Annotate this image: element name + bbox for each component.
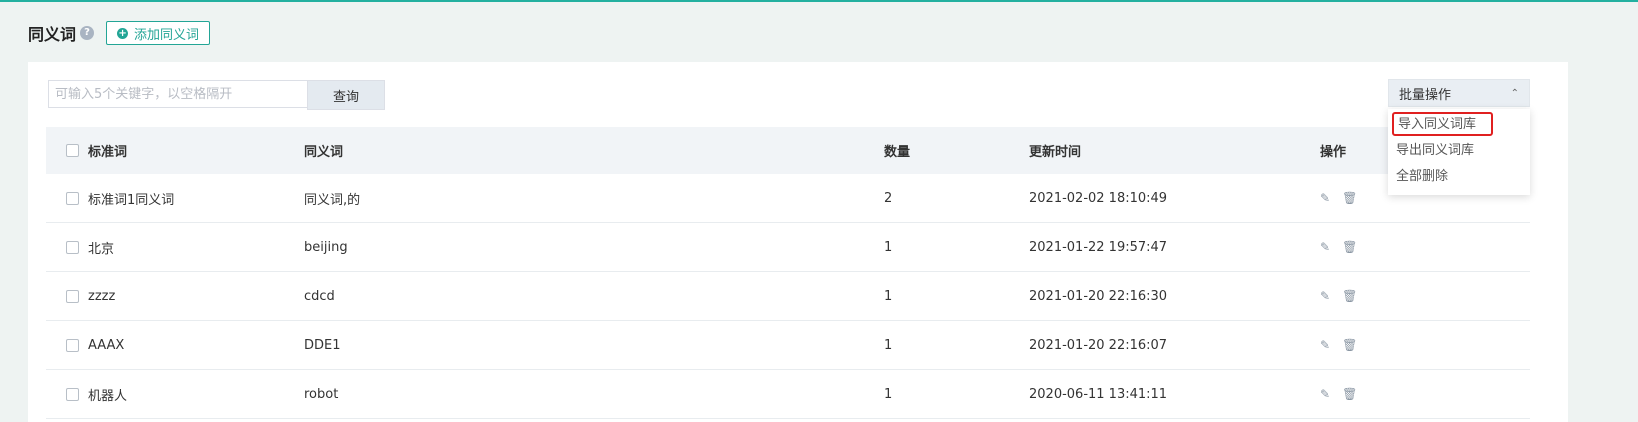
search-button[interactable]: 查询: [307, 80, 385, 110]
trash-icon[interactable]: 🗑: [1342, 191, 1357, 205]
help-icon[interactable]: ?: [80, 26, 95, 40]
updated-time: 2021-02-02 18:10:49: [1029, 190, 1168, 206]
table-row: 标准词1同义词 同义词,的 2 2021-02-02 18:10:49 ✎ 🗑: [46, 174, 1530, 223]
edit-icon[interactable]: ✎: [1320, 338, 1330, 352]
plus-circle-icon: +: [117, 27, 129, 39]
table-row: 北京 beijing 1 2021-01-22 19:57:47 ✎ 🗑: [46, 223, 1530, 272]
updated-time: 2020-06-11 13:41:11: [1029, 386, 1168, 402]
edit-icon[interactable]: ✎: [1320, 387, 1330, 401]
table-header: 标准词 同义词 数量 更新时间 操作: [46, 127, 1530, 174]
trash-icon[interactable]: 🗑: [1342, 387, 1357, 401]
synonyms: robot: [304, 386, 339, 402]
row-checkbox[interactable]: [66, 338, 79, 352]
updated-time: 2021-01-22 19:57:47: [1029, 239, 1168, 255]
synonyms-table: 标准词 同义词 数量 更新时间 操作 标准词1同义词 同义词,的 2 2021-…: [46, 127, 1530, 419]
page-title: 同义词: [28, 25, 77, 44]
menu-item-delete-all[interactable]: 全部删除: [1396, 167, 1448, 187]
column-header-updated: 更新时间: [1029, 145, 1082, 160]
batch-operations-dropdown: 导入同义词库 导出同义词库 全部删除: [1388, 109, 1530, 195]
row-checkbox[interactable]: [66, 289, 79, 303]
edit-icon[interactable]: ✎: [1320, 289, 1330, 303]
column-header-actions: 操作: [1320, 145, 1347, 160]
chevron-up-icon: ⌃: [1510, 87, 1519, 99]
add-synonym-button[interactable]: + 添加同义词: [106, 21, 211, 45]
column-header-count: 数量: [884, 145, 911, 160]
row-checkbox[interactable]: [66, 191, 79, 205]
standard-word: AAAX: [88, 337, 125, 353]
column-header-standard: 标准词: [88, 145, 128, 160]
synonym-count: 1: [884, 239, 893, 255]
column-header-synonyms: 同义词: [304, 145, 344, 160]
batch-operations-label: 批量操作: [1399, 87, 1452, 103]
trash-icon[interactable]: 🗑: [1342, 338, 1357, 352]
page-header: 同义词 ? + 添加同义词: [28, 20, 211, 46]
edit-icon[interactable]: ✎: [1320, 240, 1330, 254]
edit-icon[interactable]: ✎: [1320, 191, 1330, 205]
updated-time: 2021-01-20 22:16:30: [1029, 288, 1168, 304]
synonyms: DDE1: [304, 337, 341, 353]
keyword-search-input[interactable]: [48, 80, 307, 108]
standard-word: 机器人: [88, 388, 128, 404]
add-synonym-label: 添加同义词: [134, 27, 200, 43]
synonym-count: 1: [884, 288, 893, 304]
synonym-count: 1: [884, 386, 893, 402]
table-row: AAAX DDE1 1 2021-01-20 22:16:07 ✎ 🗑: [46, 321, 1530, 370]
trash-icon[interactable]: 🗑: [1342, 240, 1357, 254]
menu-item-import-synonyms[interactable]: 导入同义词库: [1392, 112, 1493, 136]
search-bar: 查询: [48, 80, 385, 110]
trash-icon[interactable]: 🗑: [1342, 289, 1357, 303]
top-accent-line: [0, 0, 1638, 2]
batch-operations-select[interactable]: 批量操作 ⌃: [1388, 79, 1530, 107]
standard-word: 标准词1同义词: [88, 192, 175, 208]
synonym-count: 2: [884, 190, 893, 206]
synonyms: 同义词,的: [304, 192, 361, 208]
standard-word: 北京: [88, 241, 115, 257]
synonyms: cdcd: [304, 288, 335, 304]
synonyms: beijing: [304, 239, 348, 255]
row-checkbox[interactable]: [66, 387, 79, 401]
standard-word: zzzz: [88, 288, 116, 304]
table-row: zzzz cdcd 1 2021-01-20 22:16:30 ✎ 🗑: [46, 272, 1530, 321]
table-row: 机器人 robot 1 2020-06-11 13:41:11 ✎ 🗑: [46, 370, 1530, 419]
select-all-checkbox[interactable]: [66, 144, 79, 157]
row-checkbox[interactable]: [66, 240, 79, 254]
menu-item-export-synonyms[interactable]: 导出同义词库: [1396, 141, 1474, 161]
synonym-count: 1: [884, 337, 893, 353]
updated-time: 2021-01-20 22:16:07: [1029, 337, 1168, 353]
main-panel: 查询 批量操作 ⌃ 导入同义词库 导出同义词库 全部删除 标准词 同义词 数量 …: [28, 62, 1568, 422]
